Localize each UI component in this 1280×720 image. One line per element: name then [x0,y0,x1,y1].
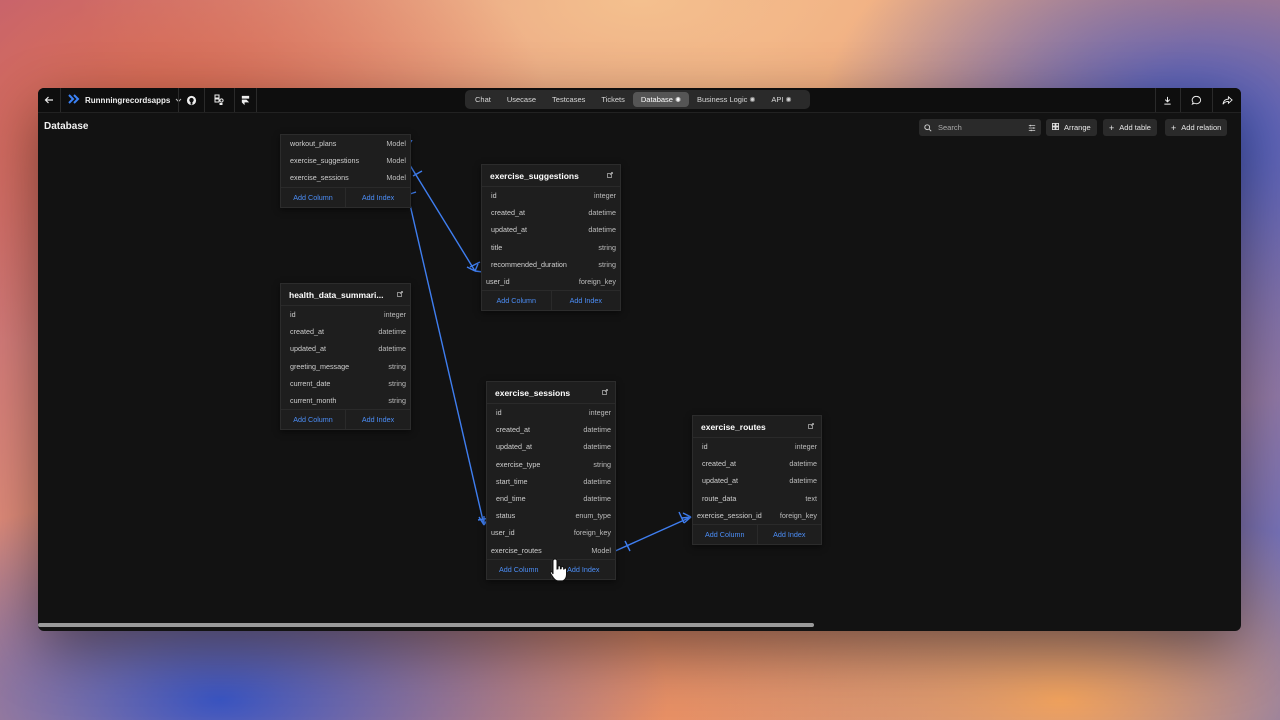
relation-line [407,161,476,272]
column-row[interactable]: route_data text [693,490,821,507]
search-box[interactable] [919,119,1041,136]
column-row[interactable]: exercise_suggestions Model [281,152,410,169]
column-row[interactable]: id integer [693,438,821,455]
add-column-button[interactable]: Add Column [482,291,551,310]
table-card-exercise-sessions[interactable]: exercise_sessions id integer created_at da… [486,381,616,580]
share-icon[interactable] [1213,88,1241,112]
column-row[interactable]: workout_plans Model [281,135,410,152]
table-card-partial[interactable]: workout_plans Model exercise_suggestions M… [280,134,411,208]
column-row[interactable]: status enum_type [487,507,615,524]
add-index-button[interactable]: Add Index [345,410,410,430]
search-icon [924,119,932,137]
tab-usecase[interactable]: Usecase [499,92,544,107]
hand-cursor-icon [549,558,567,582]
add-table-button[interactable]: + Add table [1103,119,1157,136]
app-window: Runnningrecordsapps Chat Usecase Testcas… [38,88,1241,631]
framer-icon[interactable] [235,88,255,112]
column-row[interactable]: updated_at datetime [281,340,410,357]
column-row[interactable]: updated_at datetime [693,472,821,489]
top-toolbar: Runnningrecordsapps Chat Usecase Testcas… [38,88,1241,113]
column-row[interactable]: id integer [487,404,615,421]
database-subbar: Database Arrange + Add table + Add relat… [38,113,1241,139]
relation-line [612,516,692,553]
tab-business-logic[interactable]: Business Logic ✺ [689,92,763,107]
column-row[interactable]: greeting_message string [281,358,410,375]
add-column-button[interactable]: Add Column [281,188,345,207]
column-row[interactable]: end_time datetime [487,490,615,507]
tab-tickets[interactable]: Tickets [593,92,632,107]
column-row[interactable]: exercise_type string [487,456,615,473]
comment-icon[interactable] [1181,88,1211,112]
figma-icon[interactable] [205,88,233,112]
table-name: exercise_suggestions [490,170,579,181]
table-card-exercise-routes[interactable]: exercise_routes id integer created_at date… [692,415,822,545]
add-relation-button[interactable]: + Add relation [1165,119,1228,136]
plus-icon: + [1171,122,1177,133]
relation-lines [406,140,692,553]
add-index-button[interactable]: Add Index [345,187,410,207]
sparkle-icon: ✺ [785,96,792,104]
add-column-button[interactable]: Add Column [693,525,757,544]
logo-icon [68,94,80,106]
add-index-button[interactable]: Add Index [550,291,621,311]
table-name: health_data_summari... [289,289,384,300]
column-row[interactable]: created_at datetime [487,421,615,438]
page-title: Database [44,121,89,132]
tab-database[interactable]: Database ✺ [632,92,689,107]
column-row[interactable]: current_date string [281,375,410,392]
table-name: exercise_routes [701,421,766,432]
tab-api[interactable]: API ✺ [763,92,799,107]
column-row[interactable]: id integer [281,306,410,323]
grid-icon [1052,123,1059,132]
column-row[interactable]: title string [482,239,620,256]
add-column-button[interactable]: Add Column [487,560,551,579]
external-link-icon[interactable] [397,291,403,297]
column-row[interactable]: created_at datetime [693,455,821,472]
table-name: exercise_sessions [495,387,571,398]
table-card-exercise-suggestions[interactable]: exercise_suggestions id integer created_a… [481,164,621,312]
external-link-icon[interactable] [602,389,608,395]
column-row[interactable]: user_id foreign_key [487,524,615,541]
column-row[interactable]: updated_at datetime [482,221,620,238]
relation-line [407,195,485,526]
external-link-icon[interactable] [607,172,613,178]
back-arrow-icon[interactable] [38,88,60,112]
plus-icon: + [1109,122,1115,133]
github-icon[interactable] [179,88,203,112]
project-name: Runnningrecordsapps [85,95,171,105]
arrange-button[interactable]: Arrange [1046,119,1097,136]
filter-icon[interactable] [1028,119,1036,137]
column-row[interactable]: id integer [482,187,620,204]
column-row[interactable]: created_at datetime [482,204,620,221]
schema-canvas[interactable]: workout_plans Model exercise_suggestions M… [38,134,1241,631]
horizontal-scrollbar[interactable] [38,623,814,627]
column-row[interactable]: current_month string [281,392,410,409]
search-input[interactable] [938,123,1018,132]
column-row[interactable]: recommended_duration string [482,256,620,273]
download-icon[interactable] [1156,88,1178,112]
add-column-button[interactable]: Add Column [281,410,345,429]
column-row[interactable]: exercise_sessions Model [281,169,410,186]
tab-chat[interactable]: Chat [467,92,499,107]
table-card-health-data-summaries[interactable]: health_data_summari... id integer created… [280,283,411,431]
tab-testcases[interactable]: Testcases [544,92,593,107]
column-row[interactable]: created_at datetime [281,323,410,340]
add-index-button[interactable]: Add Index [756,524,822,544]
project-selector[interactable]: Runnningrecordsapps [68,88,182,112]
external-link-icon[interactable] [808,423,814,429]
main-tab-bar: Chat Usecase Testcases Tickets Database … [465,90,810,109]
sparkle-icon: ✺ [675,96,681,104]
column-row[interactable]: exercise_session_id foreign_key [693,507,821,524]
column-row[interactable]: user_id foreign_key [482,273,620,290]
column-row[interactable]: start_time datetime [487,473,615,490]
sparkle-icon: ✺ [749,96,756,104]
column-row[interactable]: updated_at datetime [487,438,615,455]
